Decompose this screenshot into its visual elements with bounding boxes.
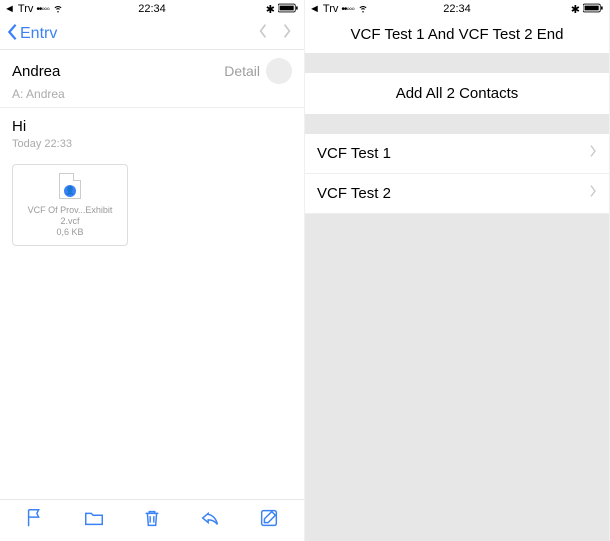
bluetooth-icon: ✱ [571, 3, 580, 16]
back-to-app-icon[interactable]: ◄ [309, 3, 320, 15]
back-label[interactable]: Entrv [20, 25, 57, 43]
sender-name[interactable]: Andrea [12, 63, 224, 80]
vcf-attachment[interactable]: 👤 VCF Of Prov...Exhibit 2.vcf 0,6 KB [12, 164, 128, 246]
battery-icon [583, 3, 605, 16]
attachment-size: 0,6 KB [56, 227, 83, 237]
clock: 22:34 [103, 3, 202, 15]
contact-list: VCF Test 1 VCF Test 2 [305, 134, 609, 214]
reply-icon[interactable] [199, 507, 221, 534]
contact-name: VCF Test 1 [317, 145, 391, 162]
vcf-file-icon: 👤 [59, 173, 81, 199]
wifi-icon [52, 2, 64, 17]
back-to-app-icon[interactable]: ◄ [4, 3, 15, 15]
vcf-import-screen: ◄ Trv ••◦◦◦ 22:34 ✱ VCF Test 1 And VCF T… [305, 0, 610, 541]
empty-area [305, 214, 609, 541]
next-message-icon[interactable] [282, 23, 292, 44]
prev-message-icon[interactable] [258, 23, 268, 44]
compose-icon[interactable] [258, 507, 280, 534]
message-header: Andrea Detail A: Andrea [0, 50, 304, 108]
folder-icon[interactable] [83, 507, 105, 534]
vcf-title: VCF Test 1 And VCF Test 2 End [305, 18, 609, 73]
timestamp: Today 22:33 [12, 138, 292, 150]
carrier-label: Trv [18, 3, 33, 15]
add-all-contacts-button[interactable]: Add All 2 Contacts [305, 73, 609, 134]
avatar[interactable] [266, 58, 292, 84]
back-chevron-icon[interactable] [6, 23, 18, 45]
mail-screen: ◄ Trv ••◦◦◦ 22:34 ✱ Entrv [0, 0, 305, 541]
message-body: Hi Today 22:33 👤 VCF Of Prov...Exhibit 2… [0, 108, 304, 499]
contact-row[interactable]: VCF Test 2 [305, 174, 609, 214]
contact-row[interactable]: VCF Test 1 [305, 134, 609, 174]
subject-line: Hi [12, 118, 292, 135]
bluetooth-icon: ✱ [266, 3, 275, 16]
attachment-filename: VCF Of Prov...Exhibit 2.vcf [19, 205, 121, 227]
contact-name: VCF Test 2 [317, 185, 391, 202]
detail-link[interactable]: Detail [224, 63, 260, 79]
chevron-right-icon [589, 144, 597, 163]
chevron-right-icon [589, 184, 597, 203]
carrier-label: Trv [323, 3, 338, 15]
clock: 22:34 [408, 3, 507, 15]
status-bar: ◄ Trv ••◦◦◦ 22:34 ✱ [305, 0, 609, 18]
status-bar: ◄ Trv ••◦◦◦ 22:34 ✱ [0, 0, 304, 18]
signal-dots: ••◦◦◦ [36, 4, 49, 15]
wifi-icon [357, 2, 369, 17]
battery-icon [278, 3, 300, 16]
to-line: A: Andrea [12, 87, 292, 101]
signal-dots: ••◦◦◦ [341, 4, 354, 15]
mail-toolbar [0, 499, 304, 541]
nav-bar: Entrv [0, 18, 304, 50]
trash-icon[interactable] [141, 507, 163, 534]
flag-icon[interactable] [24, 507, 46, 534]
